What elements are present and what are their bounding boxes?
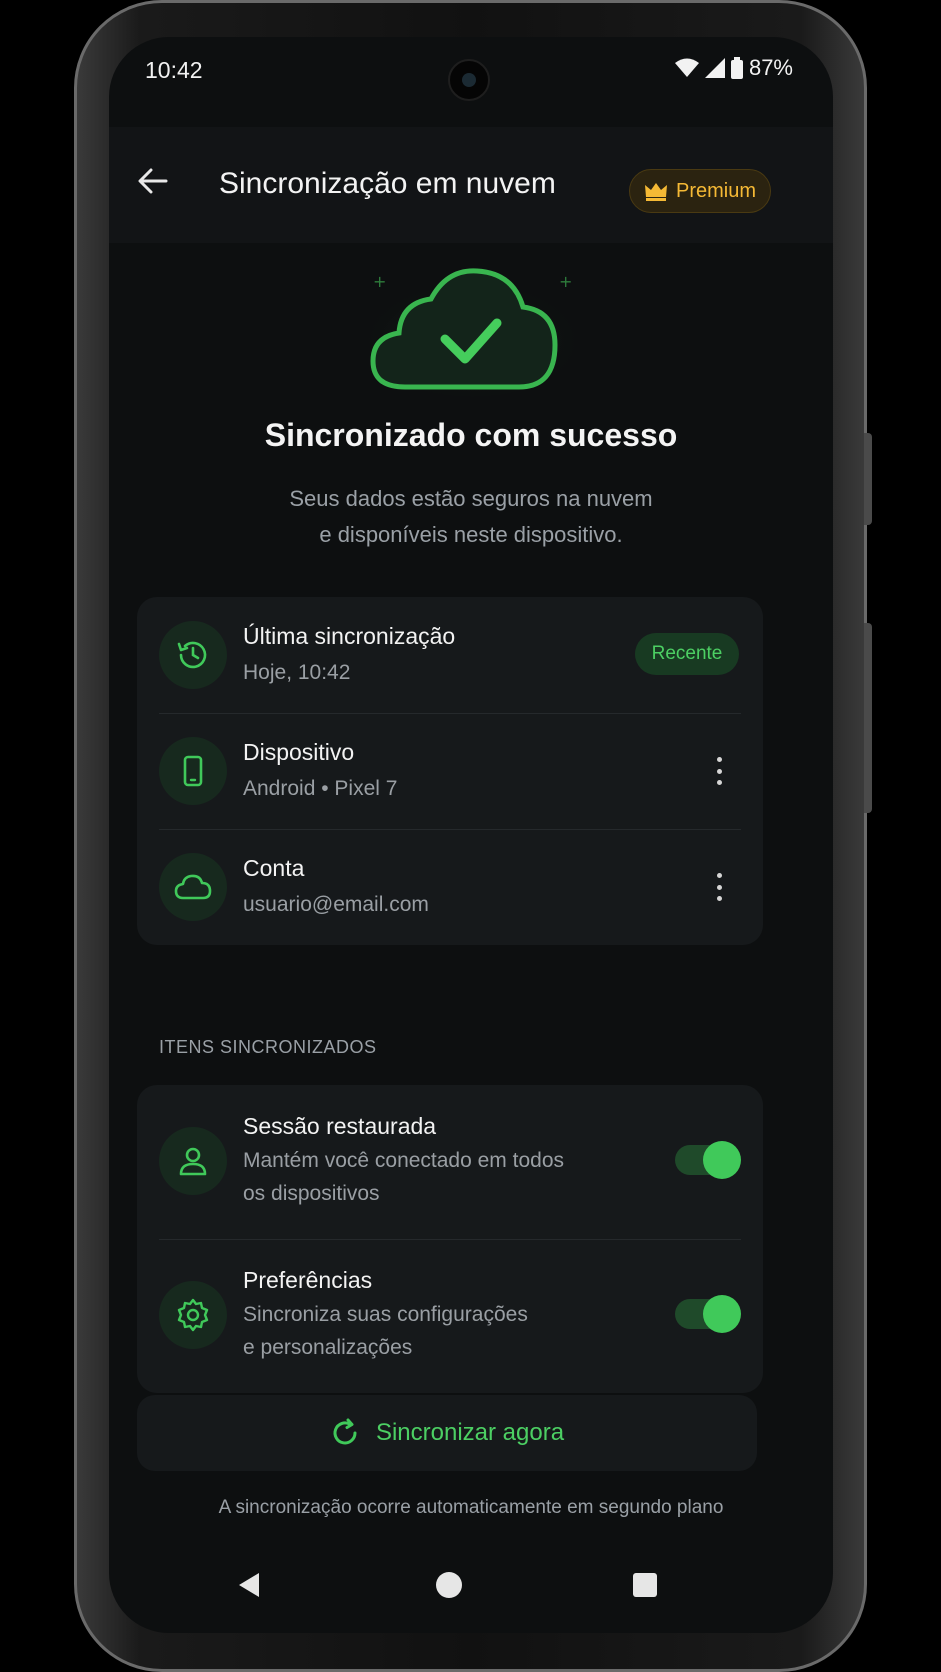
premium-label: Premium <box>675 179 756 202</box>
arrow-left-icon <box>138 168 168 194</box>
user-icon <box>179 1147 207 1176</box>
list-item-preferences: Preferências Sincroniza suas configuraçõ… <box>137 1239 763 1393</box>
footnote: A sincronização ocorre automaticamente e… <box>218 1497 724 1518</box>
nav-back-icon[interactable] <box>229 1565 269 1605</box>
status-bar: 10:42 87% <box>109 37 833 105</box>
sync-info-card: Última sincronização Hoje, 10:42 Recente… <box>137 597 763 945</box>
refresh-icon <box>333 1418 357 1445</box>
account-title: Conta <box>243 855 305 881</box>
sync-status-title: Sincronizado com sucesso <box>264 417 678 453</box>
device-row: Dispositivo Android • Pixel 7 <box>137 713 763 829</box>
status-time: 10:42 <box>145 57 203 83</box>
status-icons: 87% <box>674 55 793 81</box>
navigation-bar <box>109 1545 833 1633</box>
list-item-session: Sessão restaurada Mantém você conectado … <box>137 1085 763 1239</box>
preferences-desc-line-2: e personalizações <box>243 1336 413 1359</box>
sync-now-label: Sincronizar agora <box>375 1419 565 1446</box>
premium-badge[interactable]: Premium <box>629 169 771 213</box>
battery-icon <box>730 57 743 79</box>
battery-percent: 87% <box>748 55 793 80</box>
last-sync-value: Hoje, 10:42 <box>243 661 351 684</box>
session-title: Sessão restaurada <box>243 1113 437 1139</box>
phone-frame: 10:42 87% Sincronização em nuvem Premium <box>74 0 872 1672</box>
subtitle-line-2: e disponíveis neste dispositivo. <box>319 522 623 547</box>
last-sync-title: Última sincronização <box>243 623 456 649</box>
nav-recents-icon[interactable] <box>625 1565 665 1605</box>
cloud-check-icon: + + <box>360 268 584 397</box>
front-camera <box>448 59 490 101</box>
session-desc-line-2: os dispositivos <box>243 1182 380 1205</box>
screen: 10:42 87% Sincronização em nuvem Premium <box>109 37 833 1633</box>
session-desc-line-1: Mantém você conectado em todos <box>243 1149 565 1172</box>
session-icon-wrap <box>159 1127 227 1195</box>
svg-text:+: + <box>559 272 572 291</box>
crown-icon <box>644 183 667 201</box>
sync-now-button[interactable]: Sincronizar agora <box>137 1395 757 1471</box>
phone-icon <box>183 755 203 787</box>
synced-items-card: Sessão restaurada Mantém você conectado … <box>137 1085 763 1393</box>
subtitle-line-1: Seus dados estão seguros na nuvem <box>289 486 653 511</box>
back-button[interactable] <box>131 159 175 203</box>
last-sync-row: Última sincronização Hoje, 10:42 Recente <box>137 597 763 713</box>
preferences-desc-line-1: Sincroniza suas configurações <box>243 1303 528 1326</box>
power-button <box>864 623 872 813</box>
preferences-icon-wrap <box>159 1281 227 1349</box>
device-icon-wrap <box>159 737 227 805</box>
page-title: Sincronização em nuvem <box>219 167 556 200</box>
session-toggle[interactable] <box>675 1141 741 1179</box>
account-more-icon[interactable] <box>709 867 729 907</box>
last-sync-icon-wrap <box>159 621 227 689</box>
gear-icon <box>177 1298 209 1332</box>
account-value: usuario@email.com <box>243 893 429 916</box>
nav-home-icon[interactable] <box>429 1565 469 1605</box>
device-more-icon[interactable] <box>709 751 729 791</box>
recent-badge: Recente <box>635 633 739 675</box>
preferences-toggle[interactable] <box>675 1295 741 1333</box>
account-icon-wrap <box>159 853 227 921</box>
signal-icon <box>704 58 725 78</box>
svg-text:+: + <box>373 272 386 291</box>
app-bar: Sincronização em nuvem Premium <box>109 127 833 243</box>
preferences-title: Preferências <box>243 1267 373 1293</box>
volume-button <box>864 433 872 525</box>
cloud-icon <box>174 874 212 900</box>
device-title: Dispositivo <box>243 739 355 765</box>
device-value: Android • Pixel 7 <box>243 777 398 800</box>
sync-status-subtitle: Seus dados estão seguros na nuvem e disp… <box>109 481 833 553</box>
wifi-icon <box>674 58 699 77</box>
account-row: Conta usuario@email.com <box>137 829 763 945</box>
history-icon <box>177 641 207 669</box>
section-label: ITENS SINCRONIZADOS <box>159 1037 377 1057</box>
